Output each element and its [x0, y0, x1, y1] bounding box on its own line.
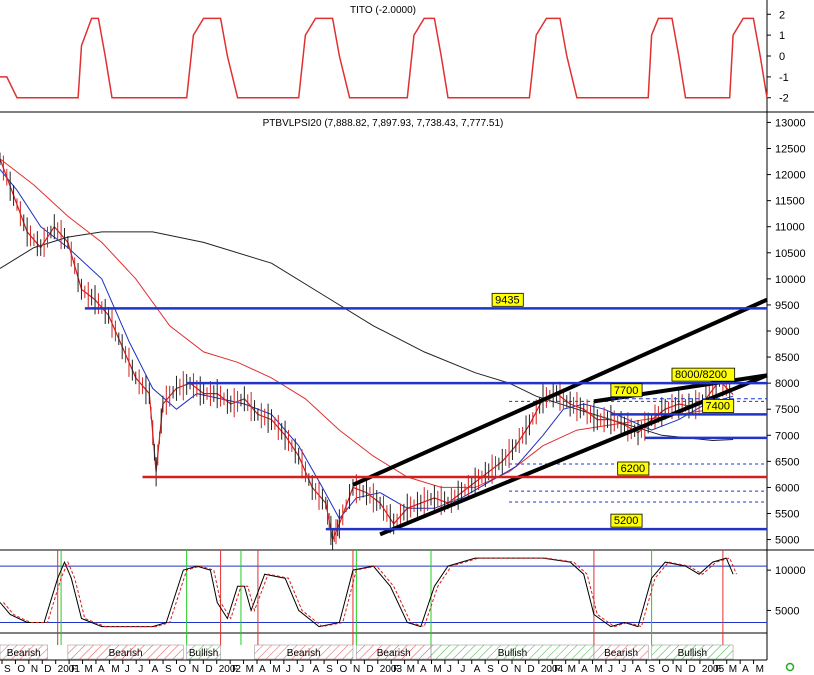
price-tick-label: 8500 — [775, 352, 799, 364]
x-tick-label: J — [138, 664, 143, 675]
x-tick-label: S — [326, 664, 333, 675]
x-tick-label: F — [554, 664, 560, 675]
x-tick-label: D — [205, 664, 212, 675]
level-label: 7400 — [706, 400, 730, 412]
x-tick-label: A — [635, 664, 642, 675]
level-label: 5200 — [614, 515, 638, 527]
x-tick-label: N — [353, 664, 360, 675]
price-tick-label: 10000 — [775, 274, 806, 286]
x-tick-label: A — [98, 664, 105, 675]
osc-tick-label: 5000 — [775, 605, 799, 617]
x-tick-label: N — [675, 664, 682, 675]
region-label: Bearish — [109, 648, 143, 659]
x-tick-label: N — [514, 664, 521, 675]
x-tick-label: M — [433, 664, 441, 675]
x-tick-label: M — [85, 664, 93, 675]
price-tick-label: 9500 — [775, 300, 799, 312]
x-tick-label: A — [313, 664, 320, 675]
x-tick-label: D — [527, 664, 534, 675]
price-tick-label: 11000 — [775, 222, 805, 234]
x-tick-label: M — [568, 664, 576, 675]
region-label: Bullish — [498, 648, 527, 659]
x-tick-label: M — [111, 664, 119, 675]
x-tick-label: S — [4, 664, 11, 675]
price-tick-label: 11500 — [775, 196, 805, 208]
price-tick-label: 7000 — [775, 430, 799, 442]
price-tick-label: 12000 — [775, 170, 806, 182]
tito-tick-label: -2 — [779, 93, 789, 105]
x-tick-label: J — [125, 664, 130, 675]
level-label: 7700 — [614, 385, 638, 397]
x-tick-label: N — [192, 664, 199, 675]
x-tick-label: J — [608, 664, 613, 675]
region-label: Bearish — [604, 648, 638, 659]
region-label: Bullish — [189, 648, 218, 659]
tito-tick-label: 1 — [779, 30, 785, 42]
x-tick-label: M — [272, 664, 280, 675]
price-tick-label: 10500 — [775, 248, 806, 260]
tito-tick-label: 2 — [779, 9, 785, 21]
tito-tick-label: 0 — [779, 51, 785, 63]
level-label: 9435 — [495, 294, 519, 306]
x-tick-label: F — [71, 664, 77, 675]
price-title: PTBVLPSI20 (7,888.82, 7,897.93, 7,738.43… — [263, 118, 504, 129]
x-tick-label: J — [447, 664, 452, 675]
x-tick-label: F — [232, 664, 238, 675]
price-tick-label: 5000 — [775, 535, 799, 547]
osc-tick-label: 10000 — [775, 565, 806, 577]
region-label: Bearish — [377, 648, 411, 659]
tito-title: TITO (-2.0000) — [350, 5, 416, 16]
x-tick-label: N — [31, 664, 38, 675]
region-label: Bearish — [287, 648, 321, 659]
price-tick-label: 7500 — [775, 404, 799, 416]
x-tick-label: D — [366, 664, 373, 675]
price-tick-label: 6500 — [775, 456, 799, 468]
x-tick-label: D — [44, 664, 51, 675]
x-tick-label: M — [246, 664, 254, 675]
price-tick-label: 13000 — [775, 117, 806, 129]
price-tick-label: 12500 — [775, 144, 806, 156]
region-label: Bearish — [7, 648, 41, 659]
x-tick-label: O — [340, 664, 348, 675]
x-tick-label: F — [393, 664, 399, 675]
x-tick-label: O — [17, 664, 25, 675]
price-tick-label: 8000 — [775, 378, 799, 390]
x-tick-label: S — [487, 664, 494, 675]
x-tick-label: F — [715, 664, 721, 675]
x-tick-label: M — [595, 664, 603, 675]
x-tick-label: D — [688, 664, 695, 675]
x-tick-label: J — [621, 664, 626, 675]
x-tick-label: M — [407, 664, 415, 675]
x-tick-label: J — [286, 664, 291, 675]
x-tick-label: O — [178, 664, 186, 675]
x-tick-label: J — [460, 664, 465, 675]
x-tick-label: A — [420, 664, 427, 675]
tito-tick-label: -1 — [779, 72, 789, 84]
level-label: 6200 — [621, 463, 645, 475]
x-tick-label: M — [756, 664, 764, 675]
x-tick-label: A — [259, 664, 266, 675]
region-label: Bullish — [678, 648, 707, 659]
green-circle-icon[interactable] — [785, 662, 795, 672]
x-tick-label: O — [662, 664, 670, 675]
price-tick-label: 9000 — [775, 326, 799, 338]
x-tick-label: S — [648, 664, 655, 675]
x-tick-label: A — [581, 664, 588, 675]
stock-chart: TITO (-2.0000) 2 1 0 -1 -2 PTBVLPSI20 (7,888… — [0, 0, 814, 675]
x-tick-label: M — [729, 664, 737, 675]
price-tick-label: 6000 — [775, 482, 799, 494]
level-label: 8000/8200 — [675, 369, 727, 381]
x-tick-label: O — [501, 664, 509, 675]
x-tick-label: A — [474, 664, 481, 675]
x-tick-label: J — [299, 664, 304, 675]
x-tick-label: A — [742, 664, 749, 675]
x-tick-label: A — [152, 664, 159, 675]
x-tick-label: S — [165, 664, 172, 675]
price-tick-label: 5500 — [775, 509, 799, 521]
